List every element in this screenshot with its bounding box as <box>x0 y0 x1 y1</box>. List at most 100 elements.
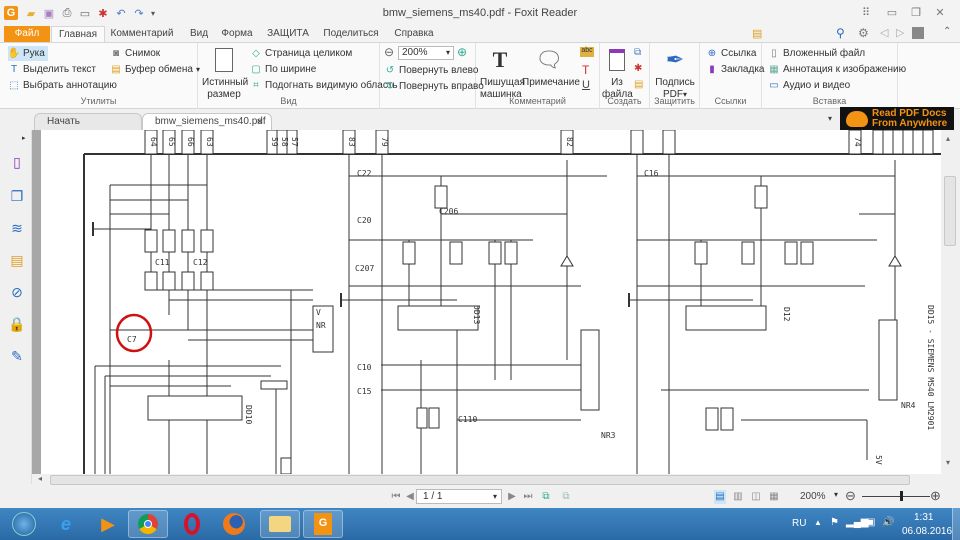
clock-date[interactable]: 06.08.2016 <box>902 526 952 537</box>
zoom-in-icon[interactable]: ⊕ <box>930 488 941 504</box>
next-view-icon[interactable]: ⧉ <box>560 490 572 504</box>
zoom-slider-handle[interactable] <box>900 491 903 501</box>
first-page-icon[interactable]: ⏮ <box>390 490 402 504</box>
restore-icon[interactable]: ❐ <box>908 6 924 20</box>
bookmark-button[interactable]: ▮ Закладка <box>706 62 764 77</box>
single-page-icon[interactable]: ▤ <box>714 490 726 504</box>
volume-icon[interactable]: 🔊 <box>882 517 894 528</box>
zoom-slider[interactable] <box>862 496 930 497</box>
language-indicator[interactable]: RU <box>792 518 806 529</box>
tab-home[interactable]: Главная <box>51 26 105 43</box>
file-explorer-icon[interactable] <box>260 510 300 538</box>
tab-document[interactable]: bmw_siemens_ms40.pdf × <box>142 113 272 130</box>
internet-explorer-icon[interactable]: e <box>46 510 86 538</box>
start-orb-icon[interactable] <box>4 510 44 538</box>
layers-icon[interactable]: ≋ <box>9 220 25 236</box>
zoom-select[interactable]: 200% ▾ <box>398 46 454 60</box>
audio-video-button[interactable]: ▭ Аудио и видео <box>768 78 850 93</box>
zoom-out-icon[interactable]: ⊖ <box>845 488 856 504</box>
scroll-up-icon[interactable]: ▴ <box>946 134 950 143</box>
select-annotation-button[interactable]: ⬚ Выбрать аннотацию <box>8 78 117 93</box>
zoom-in-icon[interactable]: ⊕ <box>457 45 467 59</box>
collapse-ribbon-icon[interactable]: ⌃ <box>943 26 951 37</box>
horizontal-scrollbar[interactable]: ◂ <box>32 474 960 486</box>
forward-icon[interactable]: ▷ <box>896 26 904 39</box>
minimize-icon[interactable]: ▭ <box>884 6 900 20</box>
promo-banner[interactable]: Read PDF Docs From Anywhere <box>840 107 954 131</box>
note-button[interactable]: 🗨 Примечание <box>522 45 580 89</box>
zoom-out-icon[interactable]: ⊖ <box>384 45 394 59</box>
firefox-icon[interactable] <box>214 510 254 538</box>
from-file-button[interactable]: Из файла <box>602 45 633 101</box>
clipboard-button[interactable]: ▤ Буфер обмена ▾ <box>110 62 200 77</box>
tab-form[interactable]: Форма <box>218 26 256 42</box>
opera-icon[interactable] <box>172 510 212 538</box>
actual-size-button[interactable]: Истинный размер <box>202 45 248 101</box>
find-icon[interactable]: ▤ <box>752 27 764 40</box>
foxit-pdf-icon[interactable]: G <box>303 510 343 538</box>
previous-view-icon[interactable]: ⧉ <box>540 490 552 504</box>
typewriter-button[interactable]: T Пишущая машинка <box>480 45 525 101</box>
zoom-dropdown-icon[interactable]: ▾ <box>834 490 838 499</box>
tab-list-dropdown-icon[interactable]: ▾ <box>828 114 832 123</box>
tab-start[interactable]: Начать <box>34 113 142 130</box>
select-text-button[interactable]: T Выделить текст <box>8 62 96 77</box>
horizontal-scroll-thumb[interactable] <box>50 475 910 485</box>
facing-page-icon[interactable]: ◫ <box>750 490 762 504</box>
back-icon[interactable]: ◁ <box>880 26 888 39</box>
user-avatar-icon[interactable] <box>912 27 924 39</box>
rotate-left-button[interactable]: ↺ Повернуть влево <box>384 63 479 78</box>
image-annotation-button[interactable]: ▦ Аннотация к изображению <box>768 62 906 77</box>
show-desktop-button[interactable] <box>952 508 960 540</box>
attachments-icon[interactable]: ⊘ <box>9 284 25 300</box>
vertical-scrollbar[interactable]: ▴ ▾ <box>941 130 960 474</box>
clock-time[interactable]: 1:31 <box>914 512 933 523</box>
next-page-icon[interactable]: ▶ <box>506 490 518 504</box>
rotate-right-button[interactable]: ↻ Повернуть вправо <box>384 79 484 94</box>
sign-pdf-button[interactable]: ✒ Подпись PDF▾ <box>654 45 696 101</box>
highlight-icon[interactable]: abc <box>580 47 594 57</box>
link-button[interactable]: ⊕ Ссылка <box>706 46 757 61</box>
tab-protect[interactable]: ЗАЩИТА <box>264 26 312 42</box>
scroll-down-icon[interactable]: ▾ <box>946 458 950 467</box>
last-page-icon[interactable]: ⏭ <box>522 490 534 504</box>
underline-icon[interactable]: U <box>582 79 590 91</box>
continuous-facing-icon[interactable]: ▦ <box>768 490 780 504</box>
scroll-left-icon[interactable]: ◂ <box>38 474 42 483</box>
tab-comment[interactable]: Комментарий <box>110 26 174 42</box>
search-icon[interactable]: ⚲ <box>836 26 845 40</box>
fit-page-button[interactable]: ◇ Страница целиком <box>250 46 352 61</box>
page-number-input[interactable]: 1 / 1 ▾ <box>416 489 502 504</box>
bookmarks-icon[interactable]: ▯ <box>9 154 25 170</box>
attachment-button[interactable]: ▯ Вложенный файл <box>768 46 865 61</box>
tab-view[interactable]: Вид <box>184 26 214 42</box>
expand-panel-icon[interactable]: ▸ <box>22 134 26 142</box>
media-player-icon[interactable]: ▶ <box>88 510 128 538</box>
tab-share[interactable]: Поделиться <box>320 26 382 42</box>
tab-help[interactable]: Справка <box>390 26 438 42</box>
close-icon[interactable]: ✕ <box>932 6 948 20</box>
panel-resize-handle[interactable] <box>32 130 41 484</box>
security-icon[interactable]: 🔒 <box>8 316 25 332</box>
device-icon[interactable]: ▣ <box>866 517 875 528</box>
signature-icon[interactable]: ✎ <box>9 348 25 364</box>
close-tab-icon[interactable]: × <box>257 114 263 130</box>
combine-icon[interactable]: ⧉ <box>634 47 641 58</box>
snapshot-button[interactable]: ◙ Снимок <box>110 46 160 61</box>
pages-icon[interactable]: ❐ <box>9 188 25 204</box>
settings-icon[interactable]: ⚙ <box>858 26 869 40</box>
vertical-scroll-thumb[interactable] <box>944 176 956 246</box>
fit-width-button[interactable]: ▢ По ширине <box>250 62 316 77</box>
from-clipboard-icon[interactable]: ▤ <box>634 79 643 90</box>
fit-visible-button[interactable]: ⌗ Подогнать видимую область <box>250 78 397 93</box>
show-hidden-icons[interactable]: ▲ <box>814 518 822 527</box>
document-page[interactable]: 64 65 66 63 59 58 57 83 79 82 74 C11 C12… <box>41 130 941 474</box>
previous-page-icon[interactable]: ◀ <box>404 490 416 504</box>
action-center-flag-icon[interactable]: ⚑ <box>830 517 839 528</box>
strikeout-icon[interactable]: T <box>582 63 589 77</box>
chrome-icon[interactable] <box>128 510 168 538</box>
zoom-level[interactable]: 200% <box>800 491 826 502</box>
comments-icon[interactable]: ▤ <box>9 252 25 268</box>
blank-pdf-icon[interactable]: ✱ <box>634 63 642 74</box>
hand-tool-button[interactable]: ✋ Рука <box>8 46 48 61</box>
